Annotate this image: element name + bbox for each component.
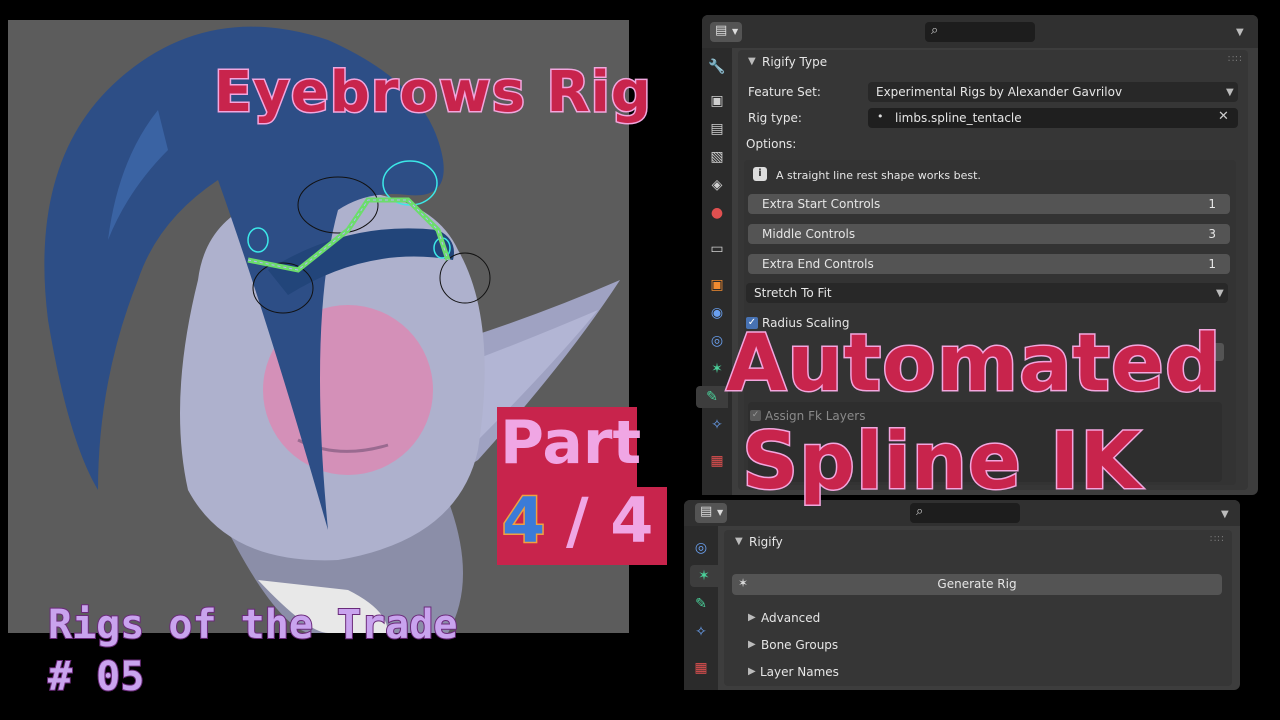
episode-number: # 05	[47, 653, 145, 701]
object-tab-icon[interactable]: ▣	[706, 274, 728, 296]
stretch-mode-value: Stretch To Fit	[754, 286, 832, 300]
series-title: Rigs of the Trade	[47, 601, 458, 649]
header-menu-chevron-icon[interactable]: ▼	[1221, 509, 1229, 520]
close-icon[interactable]: ✕	[1218, 109, 1229, 124]
chevron-down-icon: ▼	[717, 508, 724, 517]
modifier-tab-icon[interactable]: ◉	[706, 302, 728, 324]
rigify-section	[724, 530, 1232, 686]
layer-names-expand-icon[interactable]: ▶	[748, 666, 756, 677]
tool-tab-icon[interactable]: 🔧	[706, 56, 728, 78]
layer-names-subsection[interactable]: Layer Names	[760, 665, 839, 679]
part-total: / 4	[566, 484, 654, 557]
extra-start-controls-label: Extra Start Controls	[762, 197, 881, 211]
view-layer-tab-icon[interactable]: ▧	[706, 146, 728, 168]
advanced-subsection[interactable]: Advanced	[761, 611, 820, 625]
middle-controls-label: Middle Controls	[762, 227, 856, 241]
part-number: 4	[500, 483, 546, 559]
physics-tab-icon[interactable]: ◎	[690, 537, 712, 559]
generate-rig-label: Generate Rig	[937, 577, 1017, 591]
bone-constraint-tab-icon[interactable]: ✧	[690, 621, 712, 643]
feature-set-label: Feature Set:	[748, 85, 821, 99]
drag-handle-icon[interactable]: ∷∷	[1210, 534, 1225, 545]
search-input[interactable]: ⌕	[925, 22, 1035, 42]
rig-type-field[interactable]: • limbs.spline_tentacle ✕	[868, 108, 1238, 128]
editor-type-icon: ▤	[715, 23, 728, 38]
automated-title: Automated	[725, 318, 1223, 411]
options-label: Options:	[746, 137, 797, 151]
spline-ik-title: Spline IK	[741, 416, 1143, 509]
feature-set-dropdown[interactable]: Experimental Rigs by Alexander Gavrilov …	[868, 82, 1238, 102]
bone-tab-icon[interactable]: ✎	[696, 386, 728, 408]
editor-type-icon: ▤	[700, 504, 713, 519]
bone-dot-icon: •	[877, 110, 884, 123]
chevron-down-icon: ▼	[1226, 87, 1234, 98]
bone-constraint-tab-icon[interactable]: ✧	[706, 414, 728, 436]
rigify-title[interactable]: Rigify	[749, 535, 783, 549]
middle-controls-value: 3	[1208, 227, 1216, 241]
stretch-mode-dropdown[interactable]: Stretch To Fit ▼	[746, 283, 1228, 303]
rigify-type-title[interactable]: Rigify Type	[762, 55, 827, 69]
rigify-type-collapse-icon[interactable]: ▼	[748, 56, 756, 67]
output-tab-icon[interactable]: ▤	[706, 118, 728, 140]
extra-start-controls-field[interactable]: Extra Start Controls 1	[748, 194, 1230, 214]
part-label: Part	[500, 408, 642, 478]
header-menu-chevron-icon[interactable]: ▼	[1236, 27, 1244, 38]
eyebrows-rig-title: Eyebrows Rig	[213, 59, 653, 127]
chevron-down-icon: ▼	[1216, 288, 1224, 299]
extra-end-controls-value: 1	[1208, 257, 1216, 271]
bone-tab-icon[interactable]: ✎	[690, 593, 712, 615]
search-icon: ⌕	[931, 23, 939, 38]
extra-start-controls-value: 1	[1208, 197, 1216, 211]
world-tab-icon[interactable]: ●	[706, 202, 728, 224]
info-icon: i	[753, 167, 767, 181]
texture-tab-icon[interactable]: ▦	[706, 450, 728, 472]
render-tab-icon[interactable]: ▣	[706, 90, 728, 112]
drag-handle-icon[interactable]: ∷∷	[1228, 54, 1243, 65]
feature-set-value: Experimental Rigs by Alexander Gavrilov	[876, 85, 1123, 99]
extra-end-controls-field[interactable]: Extra End Controls 1	[748, 254, 1230, 274]
scene-tab-icon[interactable]: ◈	[706, 174, 728, 196]
armature-tab-icon[interactable]: ✶	[690, 565, 718, 587]
bone-groups-expand-icon[interactable]: ▶	[748, 639, 756, 650]
extra-end-controls-label: Extra End Controls	[762, 257, 874, 271]
rig-type-value: limbs.spline_tentacle	[895, 111, 1022, 125]
rigify-collapse-icon[interactable]: ▼	[735, 536, 743, 547]
advanced-expand-icon[interactable]: ▶	[748, 612, 756, 623]
generate-rig-button[interactable]: ✶ Generate Rig	[732, 574, 1222, 595]
texture-tab-icon[interactable]: ▦	[690, 657, 712, 679]
armature-tab-icon[interactable]: ✶	[706, 358, 728, 380]
middle-controls-field[interactable]: Middle Controls 3	[748, 224, 1230, 244]
collection-tab-icon[interactable]: ▭	[706, 238, 728, 260]
chevron-down-icon: ▼	[732, 27, 739, 36]
editor-type-button[interactable]: ▤ ▼	[710, 22, 742, 42]
rig-type-label: Rig type:	[748, 111, 802, 125]
editor-type-button[interactable]: ▤ ▼	[695, 503, 727, 523]
bone-groups-subsection[interactable]: Bone Groups	[761, 638, 838, 652]
info-text: A straight line rest shape works best.	[776, 169, 981, 182]
physics-tab-icon[interactable]: ◎	[706, 330, 728, 352]
